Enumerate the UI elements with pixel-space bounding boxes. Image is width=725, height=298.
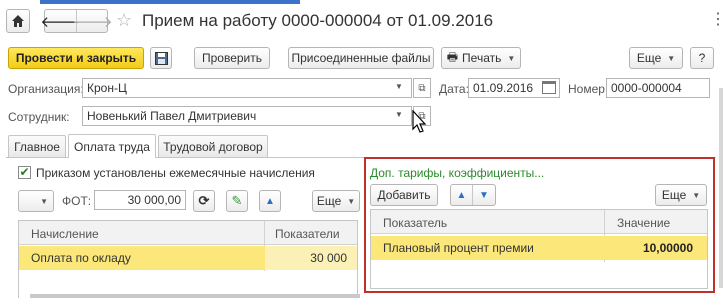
organization-dropdown-icon[interactable]: ▼ xyxy=(395,82,403,91)
window-more-icon[interactable]: ⋮ xyxy=(710,9,725,29)
home-button[interactable] xyxy=(6,9,30,33)
check-button[interactable]: Проверить xyxy=(194,47,270,69)
arrow-right-icon: 🡒 xyxy=(72,13,113,31)
indicator-value-text: 10,00000 xyxy=(642,241,693,255)
chevron-down-icon: ▼ xyxy=(667,53,676,63)
accrual-value-text: 30 000 xyxy=(310,251,347,265)
accruals-col-accrual: Начисление xyxy=(31,227,99,241)
employee-dropdown-icon[interactable]: ▼ xyxy=(395,110,403,119)
employee-field[interactable]: Новенький Павел Дмитриевич xyxy=(82,106,412,126)
fot-label: ФОТ: xyxy=(62,194,92,208)
move-up-button[interactable]: ▲ xyxy=(259,190,281,212)
chevron-down-icon: ▼ xyxy=(40,196,48,206)
extra-move-down-button[interactable]: ▼ xyxy=(473,185,495,205)
number-field[interactable]: 0000-000004 xyxy=(606,78,710,98)
vertical-scrollbar[interactable] xyxy=(719,88,723,288)
employee-label: Сотрудник: xyxy=(8,110,70,124)
pay-more-button[interactable]: Еще ▼ xyxy=(312,190,360,212)
horizontal-scrollbar[interactable] xyxy=(30,294,360,298)
printer-icon: 🖶 xyxy=(446,49,459,64)
pencil-icon: ✎ xyxy=(231,193,243,208)
home-icon xyxy=(12,15,24,27)
attached-files-button[interactable]: Присоединенные файлы xyxy=(288,47,434,69)
organization-field[interactable]: Крон-Ц xyxy=(82,78,412,98)
indicators-col-indicator: Показатель xyxy=(383,216,448,230)
tab-main[interactable]: Главное xyxy=(8,135,66,157)
indicators-table: Показатель Значение Плановый процент пре… xyxy=(370,209,708,289)
top-edge-bar xyxy=(40,0,300,4)
refresh-icon: ⟳ xyxy=(198,193,210,208)
more-button[interactable]: Еще ▼ xyxy=(629,47,683,69)
chevron-down-icon: ▼ xyxy=(507,53,516,63)
calendar-icon[interactable] xyxy=(542,81,556,94)
accruals-col-indicators: Показатели xyxy=(275,227,340,241)
monthly-accruals-label: Приказом установлены ежемесячные начисле… xyxy=(36,166,315,180)
table-row[interactable]: Плановый процент премии 10,00000 xyxy=(371,236,707,260)
accrual-name-cell: Оплата по окладу xyxy=(31,251,131,265)
number-label: Номер: xyxy=(568,82,609,96)
organization-open-icon[interactable]: ⧉ xyxy=(413,78,431,98)
table-row[interactable]: Оплата по окладу 30 000 xyxy=(19,246,357,270)
arrow-up-icon: ▲ xyxy=(456,189,467,201)
save-button[interactable] xyxy=(150,47,172,69)
accruals-table: Начисление Показатели Оплата по окладу 3… xyxy=(18,220,358,298)
forward-button[interactable]: 🡒 xyxy=(72,10,112,32)
chevron-down-icon: ▼ xyxy=(347,196,356,206)
organization-label: Организация: xyxy=(8,82,84,96)
monthly-accruals-checkbox[interactable]: ✔ xyxy=(18,166,31,179)
indicator-name-cell: Плановый процент премии xyxy=(383,241,534,255)
accrual-type-select[interactable]: ▼ xyxy=(18,190,54,212)
fot-field[interactable]: 30 000,00 xyxy=(94,190,186,210)
edit-button[interactable]: ✎ xyxy=(226,190,248,212)
add-button[interactable]: Добавить xyxy=(370,184,438,206)
extra-move-up-button[interactable]: ▲ xyxy=(451,185,473,205)
reorder-buttons: ▲ ▼ xyxy=(450,184,496,206)
tab-payment[interactable]: Оплата труда xyxy=(68,134,156,158)
help-button[interactable]: ? xyxy=(690,47,714,69)
nav-buttons: 🡐 🡒 xyxy=(40,9,113,33)
favorite-star-icon[interactable]: ☆ xyxy=(116,9,132,31)
chevron-down-icon: ▼ xyxy=(692,190,701,200)
print-button[interactable]: 🖶 Печать ▼ xyxy=(441,47,521,69)
page-title: Прием на работу 0000-000004 от 01.09.201… xyxy=(142,11,494,30)
indicators-col-value: Значение xyxy=(617,216,671,230)
recalculate-button[interactable]: ⟳ xyxy=(193,190,215,212)
mouse-cursor-icon xyxy=(412,110,427,133)
extra-tariffs-link[interactable]: Доп. тарифы, коэффициенты... xyxy=(370,166,544,180)
tab-employment-contract[interactable]: Трудовой договор xyxy=(158,135,268,157)
floppy-disk-icon xyxy=(154,51,168,65)
arrow-up-icon: ▲ xyxy=(265,195,275,207)
arrow-down-icon: ▼ xyxy=(479,189,489,201)
date-label: Дата: xyxy=(439,82,469,96)
extra-more-button[interactable]: Еще ▼ xyxy=(655,184,707,206)
post-and-close-button[interactable]: Провести и закрыть xyxy=(8,47,144,69)
